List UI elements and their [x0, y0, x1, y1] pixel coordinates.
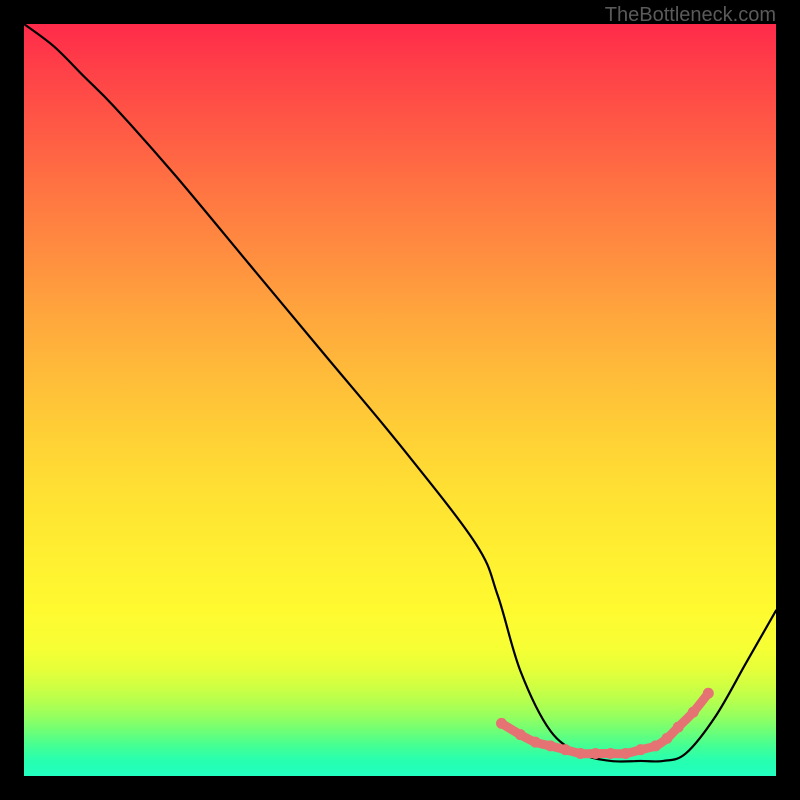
highlighted-point: [575, 748, 586, 759]
highlighted-point: [703, 688, 714, 699]
highlighted-point: [530, 737, 541, 748]
highlighted-point: [620, 748, 631, 759]
attribution-text: TheBottleneck.com: [605, 4, 776, 27]
highlighted-point: [635, 744, 646, 755]
highlighted-points-group: [496, 688, 714, 759]
highlighted-point: [650, 740, 661, 751]
chart-plot-area: [24, 24, 776, 776]
highlighted-point: [496, 718, 507, 729]
highlighted-point: [515, 729, 526, 740]
chart-svg: [24, 24, 776, 776]
bottleneck-curve-line: [24, 24, 776, 762]
highlighted-point: [590, 748, 601, 759]
highlighted-point: [545, 740, 556, 751]
highlighted-point: [605, 748, 616, 759]
highlighted-point: [661, 733, 672, 744]
highlighted-point: [560, 744, 571, 755]
highlighted-point: [688, 707, 699, 718]
highlighted-point: [673, 722, 684, 733]
